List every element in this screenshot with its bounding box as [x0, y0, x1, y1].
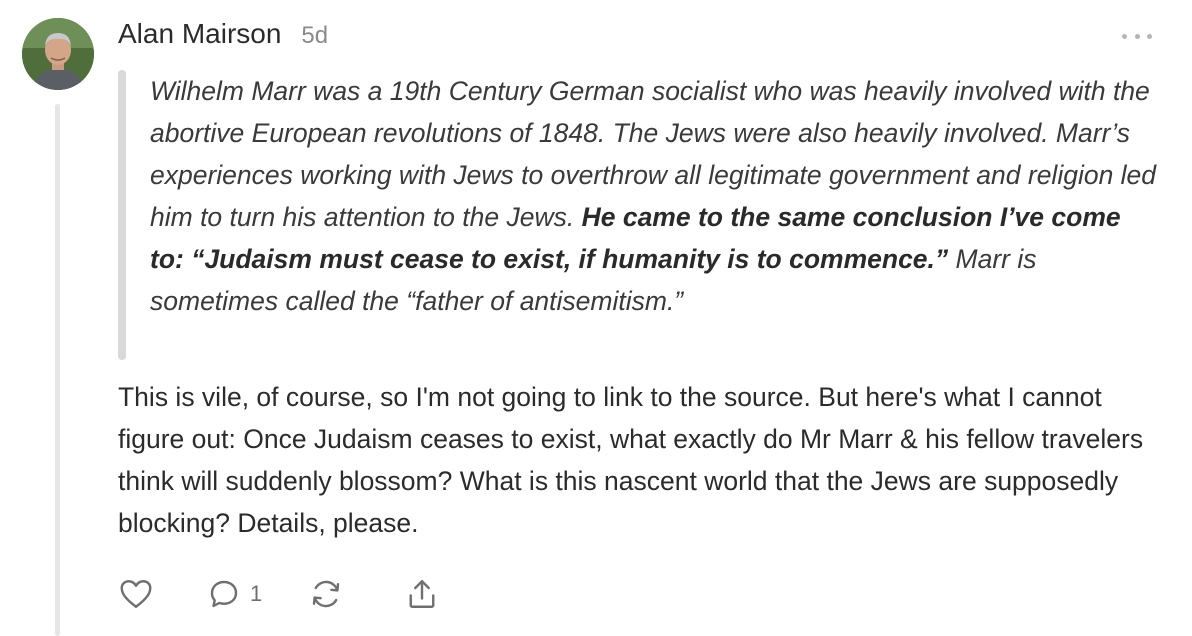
thread-line: [55, 104, 60, 636]
author-name[interactable]: Alan Mairson: [118, 18, 281, 50]
more-options-icon[interactable]: [1122, 26, 1152, 46]
restack-icon: [313, 580, 340, 608]
reply-button[interactable]: 1: [206, 576, 262, 612]
avatar[interactable]: [22, 18, 94, 90]
like-button[interactable]: [118, 576, 154, 612]
quote-bar: [118, 70, 126, 360]
comment-body: This is vile, of course, so I'm not goin…: [118, 382, 1144, 538]
restack-button[interactable]: [308, 576, 344, 612]
share-button[interactable]: [404, 576, 440, 612]
reply-count: 1: [250, 581, 263, 606]
comment-bubble-icon: [210, 580, 238, 608]
timestamp[interactable]: 5d: [301, 22, 328, 50]
comment-header: Alan Mairson 5d: [118, 18, 328, 58]
heart-icon: [120, 580, 152, 608]
share-icon: [409, 580, 435, 608]
action-bar: 1: [118, 572, 440, 616]
quote-text: Wilhelm Marr was a 19th Century German s…: [150, 70, 1160, 322]
